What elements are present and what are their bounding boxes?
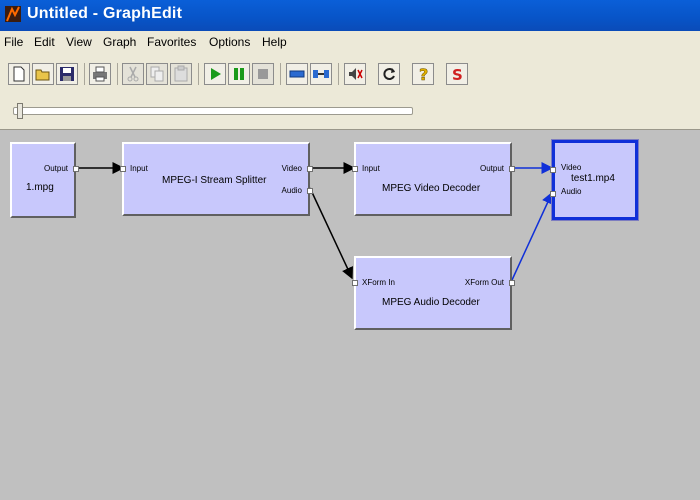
stop-icon <box>258 69 268 79</box>
connect-button[interactable] <box>310 63 332 85</box>
play-icon <box>211 68 221 80</box>
open-icon <box>35 69 50 81</box>
pause-button[interactable] <box>228 63 250 85</box>
filter-source[interactable]: Output 1.mpg <box>10 142 79 218</box>
pin-video-input: Input <box>362 164 380 173</box>
pin-renderer-audio-handle[interactable] <box>550 191 556 197</box>
menu-graph[interactable]: Graph <box>103 35 136 49</box>
svg-text:S: S <box>452 66 463 84</box>
wire-audio-renderer[interactable] <box>511 191 554 281</box>
pin-splitter-video: Video <box>281 164 302 173</box>
pause-icon <box>234 68 244 80</box>
paste-icon <box>174 65 188 82</box>
pin-renderer-video: Video <box>561 163 582 172</box>
menu-view[interactable]: View <box>66 35 92 49</box>
pin-audio-output: XForm Out <box>464 278 504 287</box>
pin-splitter-input-handle[interactable] <box>120 166 126 172</box>
wire-splitter-audio[interactable] <box>309 187 353 280</box>
new-icon <box>13 66 25 82</box>
stop-button[interactable] <box>252 63 274 85</box>
pin-audio-input: XForm In <box>362 278 395 287</box>
play-button[interactable] <box>204 63 226 85</box>
seek-track[interactable] <box>13 107 413 115</box>
pin-video-output: Output <box>479 164 504 173</box>
filter-audio-decoder[interactable]: XForm In XForm Out MPEG Audio Decoder <box>352 256 515 330</box>
print-icon <box>93 66 107 82</box>
filter-audio-decoder-name: MPEG Audio Decoder <box>382 297 480 308</box>
copy-icon <box>150 66 164 82</box>
pin-audio-input-handle[interactable] <box>352 280 358 286</box>
filter-splitter[interactable]: Input Video Audio MPEG-I Stream Splitter <box>120 142 313 216</box>
save-icon <box>60 67 74 81</box>
pin-video-output-handle[interactable] <box>509 166 515 172</box>
pin-audio-output-handle[interactable] <box>509 280 515 286</box>
cut-icon <box>127 66 139 82</box>
menu-options[interactable]: Options <box>209 35 250 49</box>
help-icon: ? <box>419 65 429 84</box>
filter-renderer-name: test1.mp4 <box>571 173 615 184</box>
refresh-icon <box>383 68 395 80</box>
help-button[interactable]: ? <box>412 63 434 85</box>
filter-splitter-name: MPEG-I Stream Splitter <box>162 175 267 186</box>
pin-renderer-video-handle[interactable] <box>550 167 556 173</box>
svg-text:?: ? <box>419 65 428 84</box>
filter-video-decoder[interactable]: Input Output MPEG Video Decoder <box>352 142 515 216</box>
app-icon <box>5 6 21 22</box>
save-button[interactable] <box>56 63 78 85</box>
window-title: Untitled - GraphEdit <box>27 5 183 22</box>
menu-favorites[interactable]: Favorites <box>147 35 196 49</box>
pin-splitter-video-handle[interactable] <box>307 166 313 172</box>
menu-edit[interactable]: Edit <box>34 35 55 49</box>
open-button[interactable] <box>32 63 54 85</box>
mute-button[interactable] <box>344 63 366 85</box>
pin-video-input-handle[interactable] <box>352 166 358 172</box>
pin-splitter-audio: Audio <box>281 186 302 195</box>
cut-button[interactable] <box>122 63 144 85</box>
s-button[interactable]: S <box>446 63 468 85</box>
connect-icon <box>313 70 329 78</box>
pin-splitter-input: Input <box>130 164 148 173</box>
paste-button[interactable] <box>170 63 192 85</box>
mute-icon <box>349 68 363 80</box>
pin-source-output-handle[interactable] <box>73 166 79 172</box>
filter-renderer[interactable]: Video test1.mp4 Audio <box>550 139 639 221</box>
pin-source-output: Output <box>43 164 68 173</box>
refresh-button[interactable] <box>378 63 400 85</box>
menu-file[interactable]: File <box>4 35 23 49</box>
s-icon: S <box>452 66 463 84</box>
filter-source-name: 1.mpg <box>26 182 54 193</box>
menu-help[interactable]: Help <box>262 35 287 49</box>
title-bar[interactable]: Untitled - GraphEdit <box>0 0 700 31</box>
seek-thumb[interactable] <box>17 103 23 119</box>
seek-bar-row <box>0 97 700 130</box>
graph-canvas[interactable]: Output 1.mpg Input Video Audio MPEG-I St… <box>0 130 700 500</box>
seek-button[interactable] <box>286 63 308 85</box>
menu-bar: File Edit View Graph Favorites Options H… <box>0 31 700 53</box>
copy-button[interactable] <box>146 63 168 85</box>
toolbar: ? S <box>0 53 700 98</box>
print-button[interactable] <box>89 63 111 85</box>
seek-icon <box>289 70 305 78</box>
pin-splitter-audio-handle[interactable] <box>307 188 313 194</box>
new-button[interactable] <box>8 63 30 85</box>
filter-video-decoder-name: MPEG Video Decoder <box>382 183 481 194</box>
pin-renderer-audio: Audio <box>561 187 582 196</box>
